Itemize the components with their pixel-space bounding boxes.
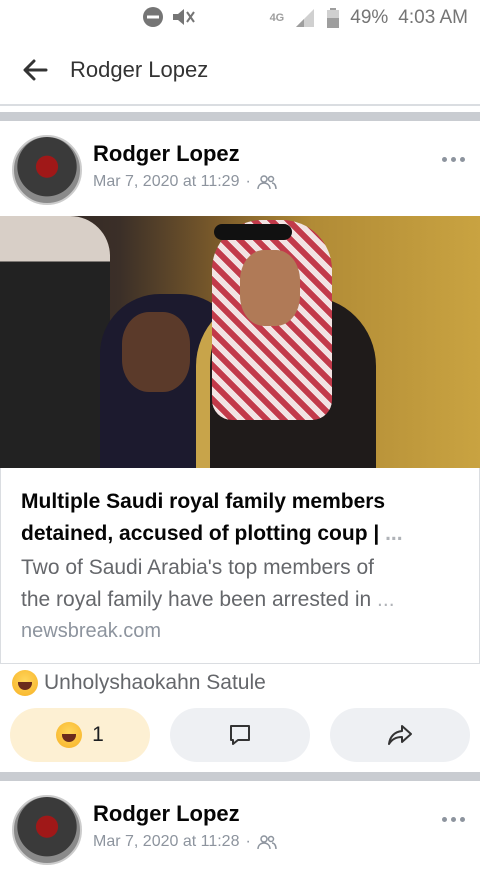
meta-dot: · bbox=[245, 833, 251, 850]
dot-icon bbox=[459, 156, 465, 162]
comment-icon bbox=[230, 725, 250, 745]
link-desc-line: the royal family have been arrested in bbox=[21, 588, 372, 611]
post-author[interactable]: Rodger Lopez bbox=[93, 801, 240, 827]
haha-emoji-icon bbox=[56, 722, 83, 748]
link-desc-line-2: the royal family have been arrested in .… bbox=[21, 584, 459, 616]
status-left-icons bbox=[142, 6, 196, 28]
battery-level: 49% bbox=[350, 7, 389, 28]
link-domain: newsbreak.com bbox=[21, 620, 162, 642]
dot-icon bbox=[450, 816, 456, 822]
photo-face bbox=[122, 312, 190, 392]
link-ellipsis: ... bbox=[377, 588, 395, 611]
top-bar: Rodger Lopez bbox=[0, 36, 480, 106]
avatar[interactable] bbox=[12, 795, 82, 865]
feed-separator bbox=[0, 772, 480, 781]
reaction-count: 1 bbox=[92, 723, 104, 746]
photo-agal bbox=[214, 224, 292, 240]
link-title-line: detained, accused of plotting coup | bbox=[21, 522, 380, 545]
link-preview[interactable]: Multiple Saudi royal family members deta… bbox=[0, 468, 480, 664]
post-header: Rodger Lopez Mar 7, 2020 at 11:29 · bbox=[0, 121, 480, 217]
mute-icon bbox=[173, 9, 195, 25]
do-not-disturb-icon bbox=[143, 7, 163, 27]
battery-icon bbox=[327, 8, 340, 28]
link-preview-image[interactable] bbox=[0, 216, 480, 468]
reaction-name: Unholyshaokahn Satule bbox=[44, 671, 266, 694]
post-date[interactable]: Mar 7, 2020 at 11:29 bbox=[93, 173, 239, 191]
share-button[interactable] bbox=[330, 708, 470, 762]
photo-face bbox=[240, 250, 300, 326]
clock: 4:03 AM bbox=[398, 7, 468, 28]
post-meta: Mar 7, 2020 at 11:28 · bbox=[93, 833, 277, 851]
network-type: 4G bbox=[269, 12, 285, 24]
friends-audience-icon bbox=[257, 175, 277, 190]
link-title: Multiple Saudi royal family members deta… bbox=[21, 486, 459, 550]
avatar[interactable] bbox=[12, 135, 82, 205]
photo-person-left bbox=[0, 216, 110, 468]
dot-icon bbox=[450, 156, 456, 162]
post-meta: Mar 7, 2020 at 11:29 · bbox=[93, 173, 277, 191]
meta-dot: · bbox=[245, 173, 251, 190]
more-options-button[interactable] bbox=[438, 809, 468, 829]
status-right: 4G 49% 4:03 AM bbox=[270, 7, 468, 29]
more-options-button[interactable] bbox=[438, 149, 468, 169]
link-desc-line: Two of Saudi Arabia's top members of bbox=[21, 556, 375, 579]
status-bar: 4G 49% 4:03 AM bbox=[0, 0, 480, 36]
link-title-line: Multiple Saudi royal family members bbox=[21, 490, 386, 513]
page-title: Rodger Lopez bbox=[70, 57, 209, 82]
signal-icon bbox=[296, 9, 315, 27]
post-actions: 1 bbox=[0, 708, 480, 764]
link-title-line-2: detained, accused of plotting coup | ... bbox=[21, 518, 459, 550]
post-date[interactable]: Mar 7, 2020 at 11:28 bbox=[93, 833, 239, 851]
dot-icon bbox=[459, 816, 465, 822]
comment-button[interactable] bbox=[170, 708, 310, 762]
reactions-summary[interactable]: Unholyshaokahn Satule bbox=[12, 670, 266, 696]
dot-icon bbox=[441, 816, 447, 822]
haha-emoji-icon bbox=[12, 670, 38, 696]
dot-icon bbox=[441, 156, 447, 162]
back-arrow-icon bbox=[23, 59, 48, 81]
back-button[interactable] bbox=[0, 35, 70, 105]
post-header: Rodger Lopez Mar 7, 2020 at 11:28 · bbox=[0, 781, 480, 877]
feed-separator bbox=[0, 112, 480, 121]
reaction-button[interactable]: 1 bbox=[10, 708, 150, 762]
share-icon bbox=[388, 725, 412, 745]
link-ellipsis: ... bbox=[385, 522, 403, 545]
link-description: Two of Saudi Arabia's top members of the… bbox=[21, 552, 459, 616]
friends-audience-icon bbox=[257, 835, 277, 850]
post-author[interactable]: Rodger Lopez bbox=[93, 141, 240, 167]
